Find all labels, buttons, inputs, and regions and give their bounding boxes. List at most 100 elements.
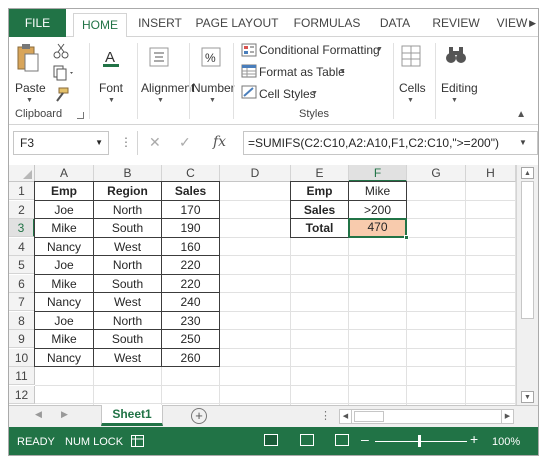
editing-group-label[interactable]: Editing [441,81,478,95]
table-cell[interactable]: West [93,292,162,312]
normal-view-icon[interactable] [264,434,278,446]
paste-icon[interactable] [17,43,39,76]
cut-icon[interactable] [53,43,69,62]
horizontal-scroll-thumb[interactable] [354,411,384,422]
table-cell[interactable]: North [93,310,162,330]
name-box[interactable]: F3 ▼ [13,131,109,155]
format-as-table-icon[interactable] [241,64,257,81]
copy-icon[interactable] [53,65,75,84]
row-header-12[interactable]: 12 [9,385,35,404]
table-cell[interactable]: 220 [161,273,220,293]
table-cell[interactable]: North [93,199,162,219]
tab-scroll-right-icon[interactable]: ▶ [529,18,536,29]
cell-styles-label[interactable]: Cell Styles [259,87,316,101]
table-cell[interactable]: 250 [161,329,220,349]
font-color-icon[interactable]: A [101,47,121,72]
table-cell[interactable]: 240 [161,292,220,312]
editing-dropdown-icon[interactable]: ▼ [451,97,458,104]
table-header-cell[interactable]: Region [93,181,162,201]
page-break-view-icon[interactable] [335,434,349,446]
table-cell[interactable]: North [93,255,162,275]
tab-formulas[interactable]: FORMULAS [291,9,363,37]
table-cell[interactable]: Joe [34,199,94,219]
formula-input[interactable]: =SUMIFS(C2:C10,A2:A10,F1,C2:C10,">=200") [243,131,538,155]
column-header-h[interactable]: H [466,165,516,182]
table-cell[interactable]: Nancy [34,292,94,312]
row-header-7[interactable]: 7 [9,293,35,311]
table-cell[interactable]: Joe [34,255,94,275]
criteria-label-cell[interactable]: Emp [290,181,349,201]
table-cell[interactable]: South [93,273,162,293]
criteria-value-cell[interactable]: >200 [348,199,407,219]
insert-function-icon[interactable]: fx [213,134,226,150]
formula-bar-grip-icon[interactable]: ⋮ [120,135,132,149]
scroll-right-icon[interactable]: ▶ [501,410,513,423]
tab-page-layout[interactable]: PAGE LAYOUT [195,9,279,37]
format-painter-icon[interactable] [53,87,69,106]
table-cell[interactable]: West [93,236,162,256]
conditional-formatting-icon[interactable] [241,43,257,60]
table-cell[interactable]: South [93,218,162,238]
row-header-4[interactable]: 4 [9,237,35,256]
font-group-label[interactable]: Font [99,81,123,95]
font-dropdown-icon[interactable]: ▼ [108,97,115,104]
row-header-5[interactable]: 5 [9,256,35,274]
sheet-next-icon[interactable]: ▶ [61,409,68,420]
scroll-left-icon[interactable]: ◀ [340,410,352,423]
cells-dropdown-icon[interactable]: ▼ [407,97,414,104]
table-cell[interactable]: 170 [161,199,220,219]
row-header-8[interactable]: 8 [9,311,35,330]
macro-record-icon[interactable] [131,435,144,450]
vertical-scroll-thumb[interactable] [521,181,534,319]
row-header-10[interactable]: 10 [9,348,35,367]
column-header-e[interactable]: E [291,165,349,182]
expand-formula-bar-icon[interactable]: ▼ [519,138,534,147]
table-header-cell[interactable]: Sales [161,181,220,201]
horizontal-scrollbar[interactable]: ◀ ▶ [339,409,514,424]
paste-label[interactable]: Paste [15,81,46,95]
percent-icon[interactable]: % [201,47,221,70]
table-cell[interactable]: Joe [34,310,94,330]
tab-review[interactable]: REVIEW [427,9,485,37]
zoom-slider-thumb[interactable] [418,435,421,447]
table-cell[interactable]: 220 [161,255,220,275]
cell-styles-icon[interactable] [241,85,257,102]
zoom-in-icon[interactable]: + [470,431,478,447]
number-dropdown-icon[interactable]: ▼ [209,97,216,104]
scroll-down-icon[interactable]: ▼ [521,391,534,403]
conditional-formatting-label[interactable]: Conditional Formatting [259,43,380,57]
table-cell[interactable]: Mike [34,273,94,293]
column-header-f[interactable]: F [349,165,407,182]
enter-icon[interactable]: ✓ [179,134,191,151]
table-cell[interactable]: 160 [161,236,220,256]
tab-home[interactable]: HOME [73,13,127,38]
table-cell[interactable]: West [93,347,162,367]
add-sheet-icon[interactable]: + [191,408,207,424]
scroll-up-icon[interactable]: ▲ [521,167,534,179]
table-cell[interactable]: 190 [161,218,220,238]
row-header-6[interactable]: 6 [9,274,35,293]
fill-handle[interactable] [404,234,409,240]
page-layout-view-icon[interactable] [300,434,314,446]
alignment-group-label[interactable]: Alignment [141,81,194,95]
sheet-split-grip-icon[interactable]: ⋮ [320,409,331,422]
clipboard-launcher-icon[interactable] [77,112,84,119]
cancel-icon[interactable]: ✕ [149,134,161,151]
table-header-cell[interactable]: Emp [34,181,94,201]
tab-file[interactable]: FILE [9,9,66,37]
zoom-level[interactable]: 100% [492,436,520,448]
table-cell[interactable]: Mike [34,218,94,238]
active-cell-total[interactable]: 470 [348,218,407,238]
collapse-ribbon-icon[interactable]: ▲ [516,109,526,120]
row-header-1[interactable]: 1 [9,182,35,200]
binoculars-icon[interactable] [445,45,467,68]
table-cell[interactable]: 230 [161,310,220,330]
number-group-label[interactable]: Number [192,81,235,95]
cell-styles-dropdown-icon[interactable]: ▼ [311,90,318,97]
name-box-dropdown-icon[interactable]: ▼ [95,132,103,154]
tab-data[interactable]: DATA [373,9,417,37]
row-header-2[interactable]: 2 [9,200,35,219]
zoom-slider[interactable] [375,441,467,442]
tab-view[interactable]: VIEW [495,9,529,37]
criteria-label-cell[interactable]: Sales [290,199,349,219]
